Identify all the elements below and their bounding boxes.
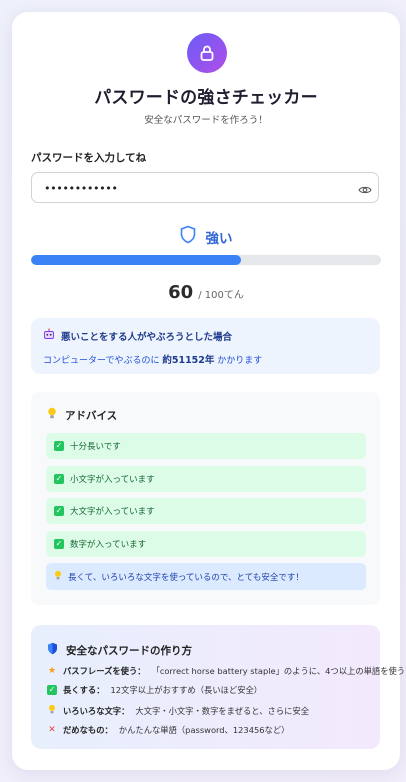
eye-icon[interactable] <box>358 181 372 194</box>
checker-card: パスワードの強さチェッカー 安全なパスワードを作ろう！ パスワードを入力してね … <box>12 12 405 770</box>
tip-label: 長くする： <box>63 685 105 695</box>
crack-time-title: 悪いことをする人がやぶろうとした場合 <box>61 331 233 343</box>
tips-panel: 安全なパスワードの作り方 ★ パスフレーズを使う： 「correct horse… <box>31 625 405 749</box>
crack-time-prefix: コンピューターでやぶるのに <box>43 356 160 366</box>
lock-icon <box>187 33 227 73</box>
advice-item-text: 十分長いです <box>70 442 121 452</box>
crack-time-panel: 悪いことをする人がやぶろうとした場合 コンピューターでやぶるのに 約51152年… <box>31 318 380 374</box>
advice-title: アドバイス <box>65 409 118 422</box>
tip-item: ✕ だめなもの： かんたんな単語（password、123456など） <box>47 724 289 736</box>
tip-label: パスフレーズを使う： <box>63 666 146 676</box>
advice-item-text: 数字が入っています <box>70 540 147 550</box>
score-value: 60 <box>168 282 194 303</box>
advice-summary: 長くて、いろいろな文字を使っているので、とても安全です！ <box>46 563 366 590</box>
tip-item: ✓ 長くする： 12文字以上がおすすめ（長いほど安全） <box>47 684 262 696</box>
advice-item-text: 大文字が入っています <box>70 507 155 517</box>
tip-label: いろいろな文字： <box>63 706 130 716</box>
strength-label: 強い <box>205 230 233 247</box>
lightbulb-icon <box>54 570 62 584</box>
password-field[interactable] <box>31 172 379 204</box>
crack-time-suffix: かかります <box>217 356 263 366</box>
crack-time-value: 約51152年 <box>162 355 215 366</box>
check-icon: ✓ <box>47 685 57 695</box>
strength-progress-bar <box>31 255 381 265</box>
tip-text: 「correct horse battery staple」のように、4つ以上の… <box>151 666 406 676</box>
advice-item-text: 小文字が入っています <box>70 475 155 485</box>
lightbulb-icon <box>47 407 57 423</box>
advice-item: ✓ 大文字が入っています <box>46 498 366 524</box>
tip-label: だめなもの： <box>63 725 113 735</box>
check-icon: ✓ <box>54 474 64 484</box>
page-subtitle: 安全なパスワードを作ろう！ <box>144 115 268 126</box>
tip-text: かんたんな単語（password、123456など） <box>118 725 290 735</box>
tip-text: 12文字以上がおすすめ（長いほど安全） <box>110 685 263 695</box>
advice-summary-text: 長くて、いろいろな文字を使っているので、とても安全です！ <box>68 572 304 583</box>
tip-item: いろいろな文字： 大文字・小文字・数字をまぜると、さらに安全 <box>47 704 309 718</box>
strength-score: 60 / 100てん <box>0 282 406 303</box>
password-field-label: パスワードを入力してね <box>31 152 147 164</box>
star-icon: ★ <box>47 666 57 676</box>
lightbulb-icon <box>47 704 57 718</box>
advice-item: ✓ 小文字が入っています <box>46 466 366 492</box>
strength-progress-fill <box>31 255 241 265</box>
check-icon: ✓ <box>54 441 64 451</box>
shield-icon <box>47 642 58 658</box>
shield-icon <box>180 225 196 248</box>
tips-title: 安全なパスワードの作り方 <box>66 644 192 657</box>
check-icon: ✓ <box>54 539 64 549</box>
robot-icon <box>43 328 55 343</box>
score-max: / 100てん <box>198 290 244 301</box>
crack-time-text: コンピューターでやぶるのに 約51152年 かかります <box>43 352 368 366</box>
tip-item: ★ パスフレーズを使う： 「correct horse battery stap… <box>47 665 405 677</box>
advice-item: ✓ 数字が入っています <box>46 531 366 557</box>
advice-panel: アドバイス ✓ 十分長いです ✓ 小文字が入っています ✓ 大文字が入っています… <box>31 392 380 605</box>
check-icon: ✓ <box>54 506 64 516</box>
page-title: パスワードの強さチェッカー <box>94 88 318 108</box>
password-input[interactable] <box>42 173 346 204</box>
strength-indicator: 強い <box>0 225 406 248</box>
tip-text: 大文字・小文字・数字をまぜると、さらに安全 <box>135 706 310 716</box>
cross-icon: ✕ <box>48 725 56 735</box>
advice-item: ✓ 十分長いです <box>46 433 366 459</box>
